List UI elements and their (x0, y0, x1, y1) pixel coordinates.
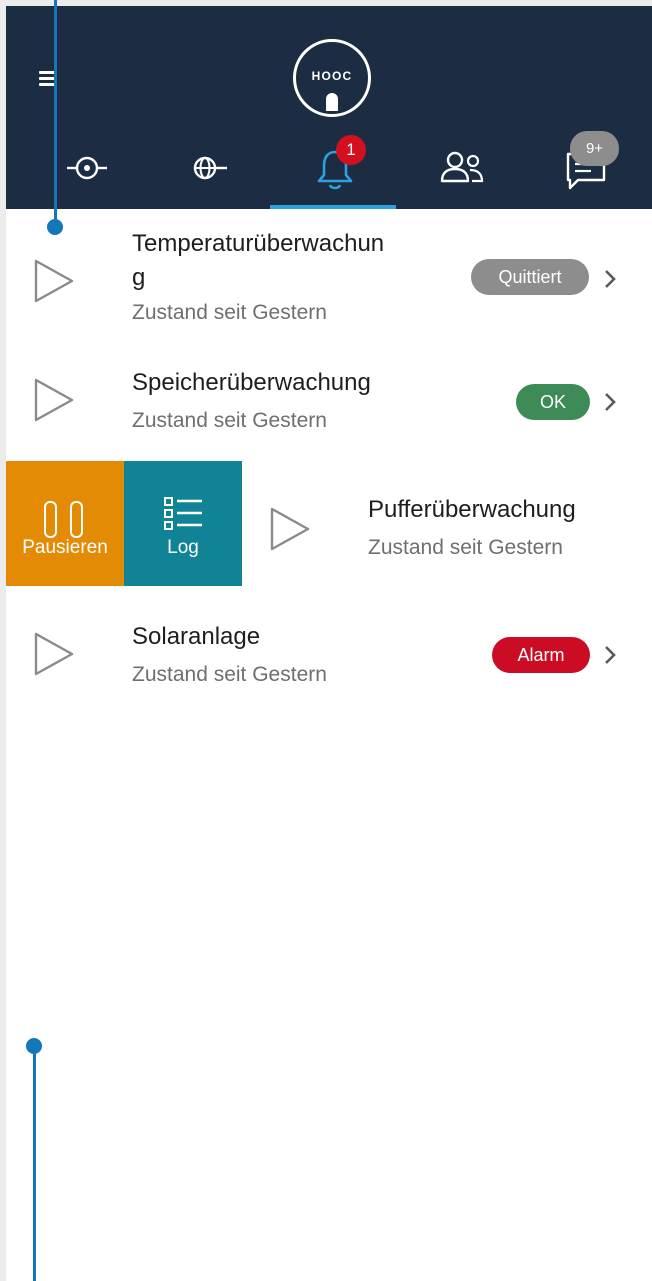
row-subtitle: Zustand seit Gestern (132, 409, 327, 432)
tab-users[interactable] (413, 126, 503, 209)
row-subtitle: Zustand seit Gestern (368, 536, 563, 559)
logo-text: HOOC (311, 69, 353, 83)
node-connection-icon (67, 156, 107, 180)
alarm-count-badge: 1 (336, 135, 366, 165)
play-icon[interactable] (268, 505, 312, 553)
logo-door-shape (326, 93, 338, 111)
play-icon[interactable] (32, 257, 76, 305)
tab-network[interactable] (162, 126, 252, 209)
hooc-logo: HOOC (293, 39, 371, 117)
pause-action-button[interactable]: Pausieren (6, 461, 124, 586)
play-icon[interactable] (32, 376, 76, 424)
messages-count-badge: 9+ (570, 131, 619, 166)
row-subtitle: Zustand seit Gestern (132, 301, 327, 324)
globe-connection-icon (193, 156, 227, 180)
row-title: Solaranlage (132, 623, 261, 650)
app-header: HOOC 1 9+ (6, 6, 652, 209)
active-tab-indicator (270, 205, 396, 209)
annotation-line-bottom (33, 1046, 36, 1281)
annotation-dot-bottom (26, 1038, 42, 1054)
row-title-line1: Temperaturüberwachun (132, 230, 385, 257)
status-badge: OK (516, 384, 590, 420)
tab-alarms[interactable] (288, 126, 378, 209)
log-action-label: Log (167, 537, 199, 558)
chevron-right-icon[interactable] (602, 390, 618, 414)
play-icon[interactable] (32, 630, 76, 678)
hamburger-menu-icon[interactable] (36, 66, 62, 92)
status-badge: Quittiert (471, 259, 589, 295)
list-icon (164, 497, 202, 530)
pause-icon (70, 501, 83, 538)
chevron-right-icon[interactable] (602, 267, 618, 291)
chevron-right-icon[interactable] (602, 643, 618, 667)
row-title: Pufferüberwachung (368, 496, 576, 523)
status-badge: Alarm (492, 637, 590, 673)
annotation-line-top (54, 0, 57, 226)
row-title: Speicherüberwachung (132, 369, 371, 396)
row-title-line2: g (132, 264, 146, 291)
log-action-button[interactable]: Log (124, 461, 242, 586)
users-icon (440, 151, 484, 183)
pause-action-label: Pausieren (22, 537, 108, 558)
row-subtitle: Zustand seit Gestern (132, 663, 327, 686)
list-item-temperature[interactable]: Temperaturüberwachun g Zustand seit Gest… (6, 211, 652, 336)
annotation-dot-top (47, 219, 63, 235)
app-screen: HOOC 1 9+ Temperaturüberwachun g Zustand… (6, 6, 652, 1281)
pause-icon (44, 501, 57, 538)
list-item-storage[interactable]: Speicherüberwachung Zustand seit Gestern… (6, 336, 652, 461)
list-item-solar[interactable]: Solaranlage Zustand seit Gestern Alarm (6, 586, 652, 711)
